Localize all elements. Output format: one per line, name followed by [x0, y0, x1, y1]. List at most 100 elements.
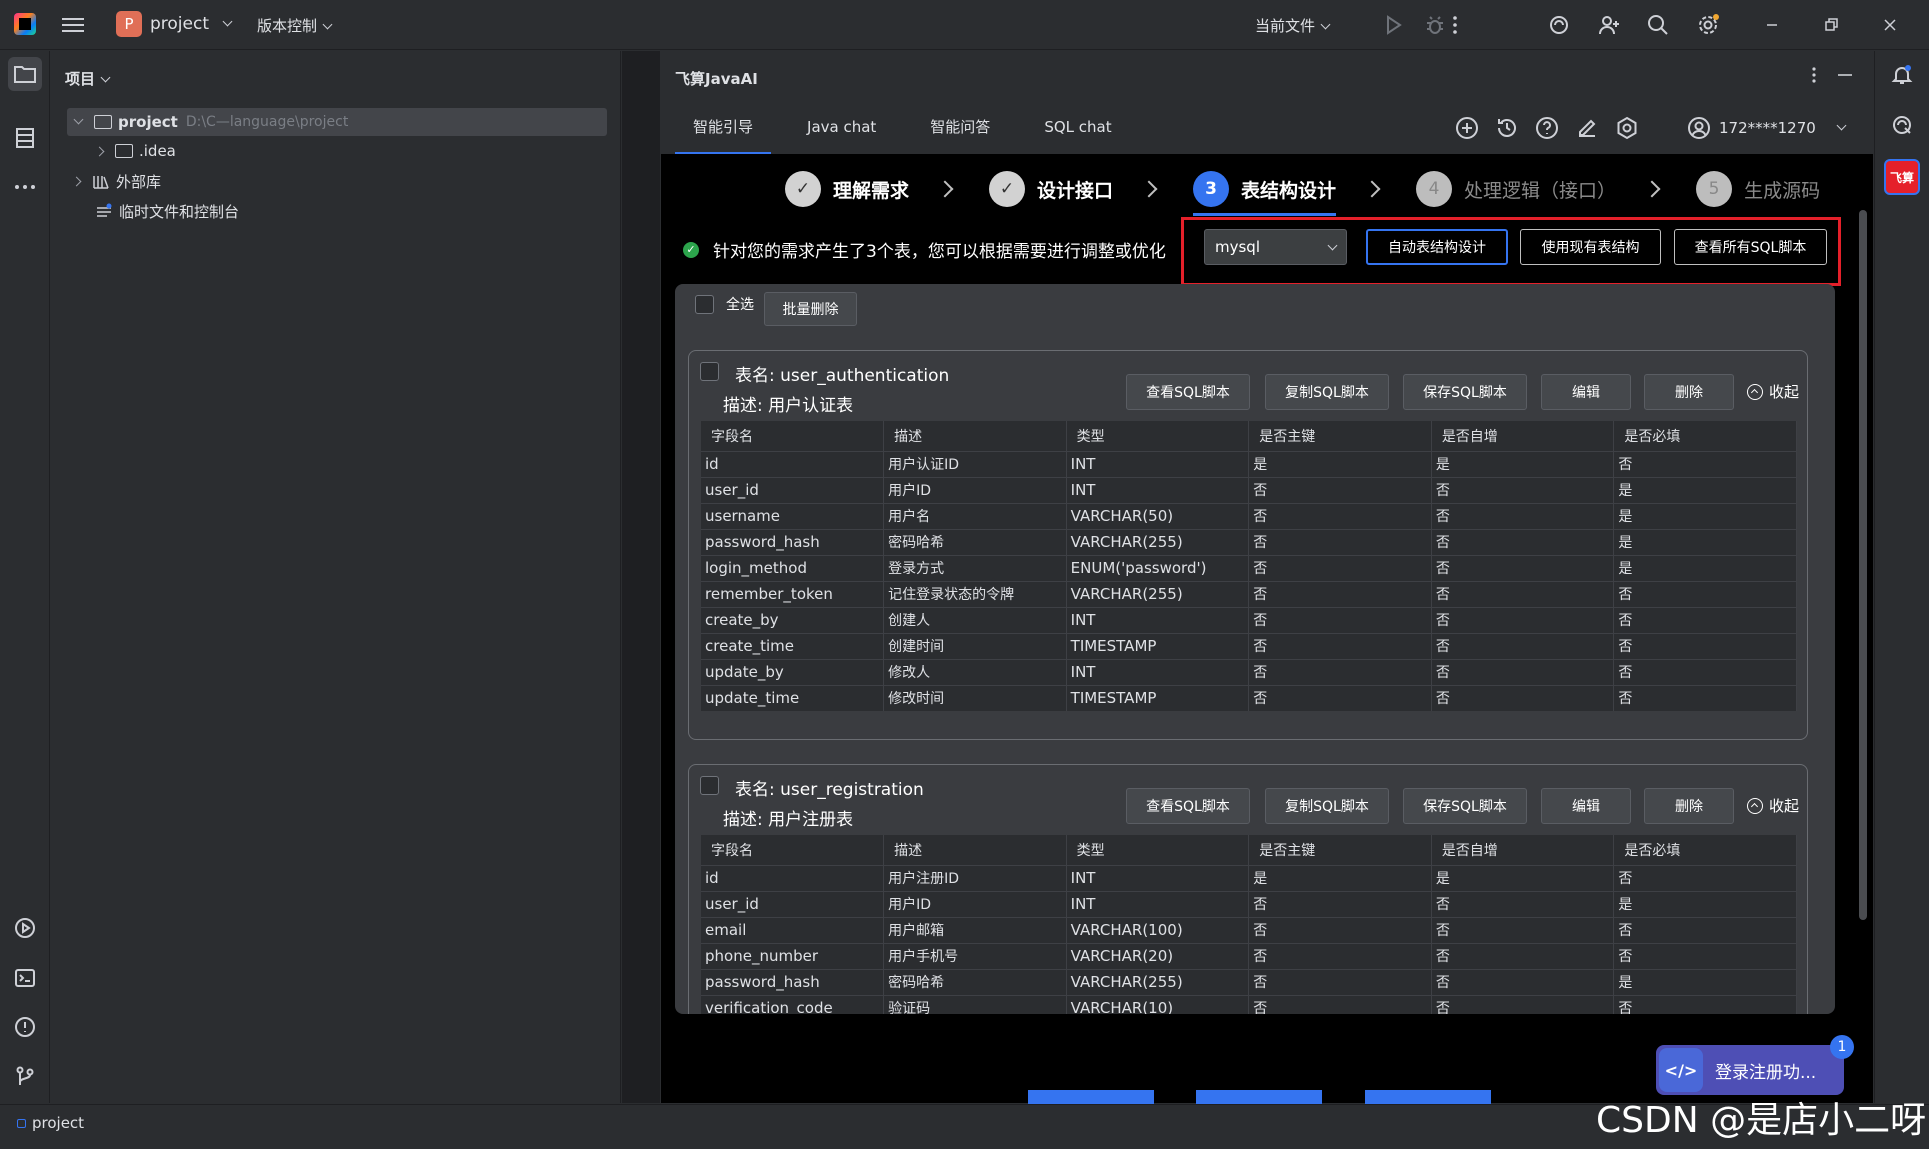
table-cell: 否: [1248, 684, 1432, 711]
tab-smart-qa[interactable]: 智能问答: [912, 115, 1008, 155]
problems-tool-button[interactable]: [8, 1010, 42, 1044]
check-icon: ✓: [989, 171, 1026, 207]
auto-design-button[interactable]: 自动表结构设计: [1366, 229, 1508, 265]
history-icon[interactable]: [1494, 115, 1520, 141]
view-sql-button[interactable]: 查看SQL脚本: [1126, 788, 1250, 824]
delete-button[interactable]: 删除: [1644, 374, 1734, 410]
close-icon[interactable]: [1878, 13, 1902, 37]
table-row[interactable]: id 用户注册ID INT 是是否: [701, 864, 1797, 891]
floating-task-label: 登录注册功...: [1715, 1062, 1817, 1083]
structure-tool-button[interactable]: [8, 121, 42, 155]
collapse-arrow-icon[interactable]: [71, 176, 82, 186]
table-row[interactable]: create_time 创建时间 TIMESTAMP 否否否: [701, 632, 1797, 659]
table-row[interactable]: password_hash 密码哈希 VARCHAR(255) 否否是: [701, 528, 1797, 555]
ide-logo-icon[interactable]: [14, 13, 36, 35]
tree-item-idea[interactable]: .idea: [94, 137, 176, 165]
step-5[interactable]: 5 生成源码: [1696, 171, 1820, 207]
table-row[interactable]: email 用户邮箱 VARCHAR(100) 否否否: [701, 916, 1797, 943]
run-config-selector[interactable]: 当前文件: [1255, 15, 1331, 36]
table-row[interactable]: id 用户认证ID INT 是是否: [701, 450, 1797, 477]
table-row[interactable]: phone_number 用户手机号 VARCHAR(20) 否否否: [701, 942, 1797, 969]
minimize-panel-icon[interactable]: [1835, 65, 1855, 85]
table-cell: TIMESTAMP: [1066, 684, 1250, 711]
save-sql-button[interactable]: 保存SQL脚本: [1403, 374, 1527, 410]
notifications-bell-icon[interactable]: [1890, 63, 1914, 87]
status-project[interactable]: project: [17, 1114, 84, 1132]
use-existing-schema-button[interactable]: 使用现有表结构: [1520, 229, 1661, 265]
minimize-icon[interactable]: [1760, 13, 1784, 37]
vcs-menu[interactable]: 版本控制: [257, 15, 333, 36]
more-vertical-icon[interactable]: [1442, 13, 1466, 37]
edit-button[interactable]: 编辑: [1541, 788, 1631, 824]
table-row[interactable]: login_method 登录方式 ENUM('password') 否否是: [701, 554, 1797, 581]
vertical-scrollbar[interactable]: [1859, 210, 1867, 920]
bulk-delete-button[interactable]: 批量删除: [764, 292, 857, 326]
tab-smart-guide[interactable]: 智能引导: [675, 115, 772, 155]
database-type-select[interactable]: mysql: [1204, 229, 1347, 265]
collapse-toggle[interactable]: 收起: [1747, 795, 1799, 816]
delete-button[interactable]: 删除: [1644, 788, 1734, 824]
git-branch-icon: [16, 1066, 34, 1085]
tree-item-scratches[interactable]: 临时文件和控制台: [95, 197, 239, 225]
run-icon[interactable]: [1381, 13, 1405, 37]
ai-chat-icon[interactable]: [1890, 113, 1914, 137]
collapse-arrow-icon[interactable]: [94, 146, 105, 156]
ai-assistant-icon[interactable]: [1547, 13, 1571, 37]
settings-icon[interactable]: [1614, 115, 1640, 141]
git-tool-button[interactable]: [8, 1059, 42, 1093]
tab-java-chat[interactable]: Java chat: [789, 115, 894, 155]
view-sql-button[interactable]: 查看SQL脚本: [1126, 374, 1250, 410]
floating-task-card[interactable]: </> 登录注册功...: [1656, 1045, 1844, 1095]
tab-sql-chat[interactable]: SQL chat: [1026, 115, 1129, 155]
more-vertical-icon[interactable]: [1804, 65, 1824, 85]
csdn-watermark: CSDN @是店小二呀: [1596, 1100, 1927, 1141]
table-select-checkbox[interactable]: [700, 362, 719, 381]
copy-sql-button[interactable]: 复制SQL脚本: [1265, 788, 1389, 824]
save-sql-button[interactable]: 保存SQL脚本: [1403, 788, 1527, 824]
add-circle-icon[interactable]: [1454, 115, 1480, 141]
edit-button[interactable]: 编辑: [1541, 374, 1631, 410]
help-circle-icon[interactable]: [1534, 115, 1560, 141]
column-header: 类型: [1066, 421, 1250, 451]
user-account-menu[interactable]: 172****1270: [1687, 116, 1847, 140]
warning-circle-icon: [15, 1017, 35, 1037]
table-row[interactable]: username 用户名 VARCHAR(50) 否否是: [701, 502, 1797, 529]
table-header-row: 字段名 描述 类型 是否主键 是否自增 是否必填: [701, 421, 1797, 451]
step-4[interactable]: 4 处理逻辑（接口）: [1416, 171, 1616, 207]
table-cell: password_hash: [701, 968, 885, 995]
table-row[interactable]: update_by 修改人 INT 否否否: [701, 658, 1797, 685]
project-tool-button[interactable]: [8, 57, 42, 91]
project-panel-header[interactable]: 项目: [65, 68, 111, 89]
add-user-icon[interactable]: [1597, 13, 1621, 37]
table-row[interactable]: password_hash 密码哈希 VARCHAR(255) 否否是: [701, 968, 1797, 995]
restore-icon[interactable]: [1819, 13, 1843, 37]
more-tools-button[interactable]: [8, 170, 42, 204]
main-menu-icon[interactable]: [62, 14, 84, 36]
select-all[interactable]: 全选: [695, 294, 754, 314]
table-select-checkbox[interactable]: [700, 776, 719, 795]
table-row[interactable]: create_by 创建人 INT 否否否: [701, 606, 1797, 633]
edit-icon[interactable]: [1574, 115, 1600, 141]
copy-sql-button[interactable]: 复制SQL脚本: [1265, 374, 1389, 410]
table-row[interactable]: update_time 修改时间 TIMESTAMP 否否否: [701, 684, 1797, 711]
table-row[interactable]: user_id 用户ID INT 否否是: [701, 476, 1797, 503]
terminal-tool-button[interactable]: [8, 961, 42, 995]
view-all-sql-button[interactable]: 查看所有SQL脚本: [1674, 229, 1827, 265]
collapse-toggle[interactable]: 收起: [1747, 381, 1799, 402]
expand-arrow-icon[interactable]: [73, 114, 84, 124]
table-row[interactable]: remember_token 记住登录状态的令牌 VARCHAR(255) 否否否: [701, 580, 1797, 607]
tree-item-project-root[interactable]: project D:\C—language\project: [67, 108, 607, 136]
step-2[interactable]: ✓ 设计接口: [989, 171, 1113, 207]
table-cell: 记住登录状态的令牌: [883, 580, 1067, 607]
search-icon[interactable]: [1646, 13, 1670, 37]
table-row[interactable]: user_id 用户ID INT 否否是: [701, 890, 1797, 917]
services-tool-button[interactable]: [8, 911, 42, 945]
select-all-checkbox[interactable]: [695, 294, 714, 314]
table-row[interactable]: verification_code 验证码 VARCHAR(10) 否否否: [701, 994, 1797, 1014]
tree-item-external-libraries[interactable]: 外部库: [71, 167, 161, 195]
step-1[interactable]: ✓ 理解需求: [785, 171, 909, 207]
feisuan-plugin-button[interactable]: 飞算: [1884, 159, 1920, 195]
step-3[interactable]: 3 表结构设计: [1193, 171, 1337, 216]
settings-gear-icon[interactable]: [1696, 13, 1720, 37]
project-switcher[interactable]: P project: [116, 11, 233, 37]
